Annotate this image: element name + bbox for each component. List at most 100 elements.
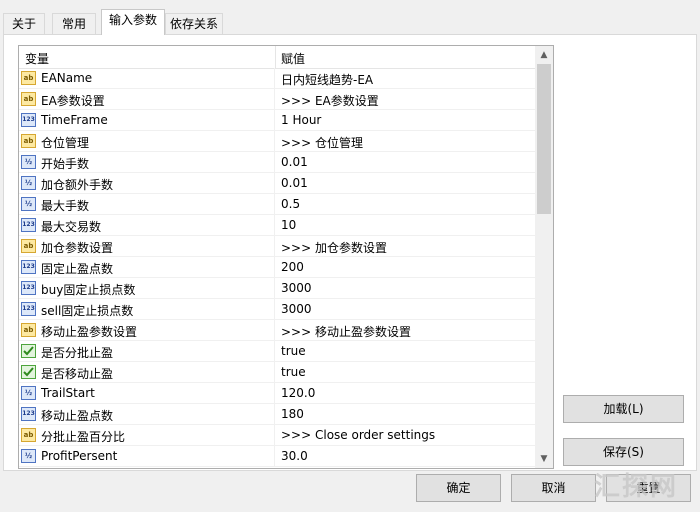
cancel-button[interactable]: 取消 <box>511 474 596 502</box>
value-cell[interactable]: 200 <box>281 260 304 274</box>
save-button[interactable]: 保存(S) <box>563 438 684 466</box>
variable-name: 开始手数 <box>41 157 90 171</box>
variable-cell: 123 移动止盈点数 <box>19 404 275 424</box>
watermark-logo: 汇探网 <box>594 472 679 502</box>
value-cell[interactable]: >>> 仓位管理 <box>281 134 363 151</box>
variable-name: 移动止盈参数设置 <box>41 325 138 339</box>
table-row[interactable]: ½ ProfitPersent 30.0 <box>19 446 535 467</box>
variable-name: TimeFrame <box>41 113 108 127</box>
tab-dependencies[interactable]: 依存关系 <box>165 13 223 34</box>
variable-name: 是否分批止盈 <box>41 346 114 360</box>
tab-about[interactable]: 关于 <box>3 13 45 34</box>
value-cell[interactable]: 120.0 <box>281 386 315 400</box>
value-cell[interactable]: >>> 加仓参数设置 <box>281 239 387 256</box>
table-row[interactable]: ½ 加仓额外手数 0.01 <box>19 173 535 194</box>
variable-cell: 123 固定止盈点数 <box>19 257 275 277</box>
value-cell[interactable]: true <box>281 344 306 358</box>
grid-rows: ab EAName 日内短线趋势-EA ab EA参数设置 >>> EA参数设置 123 Ti… <box>19 68 535 467</box>
table-row[interactable]: ab 加仓参数设置 >>> 加仓参数设置 <box>19 236 535 257</box>
scroll-up-icon[interactable]: ▲ <box>535 46 553 64</box>
table-row[interactable]: 是否分批止盈 true <box>19 341 535 362</box>
vertical-scrollbar[interactable]: ▲ ▼ <box>535 46 553 468</box>
load-button[interactable]: 加载(L) <box>563 395 684 423</box>
table-row[interactable]: 123 移动止盈点数 180 <box>19 404 535 425</box>
variable-name: 加仓参数设置 <box>41 241 114 255</box>
value-cell[interactable]: >>> 移动止盈参数设置 <box>281 323 411 340</box>
variable-cell: 是否分批止盈 <box>19 341 275 361</box>
integer-param-icon: 123 <box>21 113 36 127</box>
integer-param-icon: 123 <box>21 260 36 274</box>
value-cell[interactable]: 180 <box>281 407 304 421</box>
double-param-icon: ½ <box>21 449 36 463</box>
value-cell[interactable]: >>> EA参数设置 <box>281 92 379 109</box>
value-cell[interactable]: 1 Hour <box>281 113 321 127</box>
value-cell[interactable]: 30.0 <box>281 449 308 463</box>
scroll-thumb[interactable] <box>537 64 551 214</box>
integer-param-icon: 123 <box>21 302 36 316</box>
text-param-icon: ab <box>21 92 36 106</box>
variable-cell: ab 移动止盈参数设置 <box>19 320 275 340</box>
value-cell[interactable]: 3000 <box>281 302 312 316</box>
integer-param-icon: 123 <box>21 407 36 421</box>
table-row[interactable]: ab 分批止盈百分比 >>> Close order settings <box>19 425 535 446</box>
text-param-icon: ab <box>21 71 36 85</box>
variable-cell: 123 buy固定止损点数 <box>19 278 275 298</box>
value-cell[interactable]: 0.01 <box>281 176 308 190</box>
double-param-icon: ½ <box>21 155 36 169</box>
value-cell[interactable]: 日内短线趋势-EA <box>281 71 373 88</box>
variable-cell: 123 TimeFrame <box>19 110 275 130</box>
table-row[interactable]: ab EA参数设置 >>> EA参数设置 <box>19 89 535 110</box>
variable-cell: ½ 最大手数 <box>19 194 275 214</box>
boolean-param-icon <box>21 365 36 379</box>
text-param-icon: ab <box>21 428 36 442</box>
variable-name: sell固定止损点数 <box>41 304 134 318</box>
table-row[interactable]: 是否移动止盈 true <box>19 362 535 383</box>
scroll-down-icon[interactable]: ▼ <box>535 450 553 468</box>
variable-name: ProfitPersent <box>41 449 118 463</box>
table-row[interactable]: 123 最大交易数 10 <box>19 215 535 236</box>
value-cell[interactable]: true <box>281 365 306 379</box>
table-row[interactable]: ab EAName 日内短线趋势-EA <box>19 68 535 89</box>
variable-cell: ab 加仓参数设置 <box>19 236 275 256</box>
variable-name: 仓位管理 <box>41 136 90 150</box>
value-cell[interactable]: 10 <box>281 218 296 232</box>
table-row[interactable]: ab 移动止盈参数设置 >>> 移动止盈参数设置 <box>19 320 535 341</box>
variable-cell: ½ TrailStart <box>19 383 275 403</box>
value-cell[interactable]: 0.5 <box>281 197 300 211</box>
variable-cell: ½ ProfitPersent <box>19 446 275 466</box>
parameters-grid: 变量 赋值 ab EAName 日内短线趋势-EA ab EA参数设置 >>> EA参数设… <box>18 45 554 469</box>
text-param-icon: ab <box>21 134 36 148</box>
variable-name: 加仓额外手数 <box>41 178 114 192</box>
value-cell[interactable]: >>> Close order settings <box>281 428 435 442</box>
variable-cell: ½ 加仓额外手数 <box>19 173 275 193</box>
value-cell[interactable]: 0.01 <box>281 155 308 169</box>
variable-name: EAName <box>41 71 93 85</box>
variable-name: 固定止盈点数 <box>41 262 114 276</box>
variable-name: TrailStart <box>41 386 95 400</box>
variable-name: 最大交易数 <box>41 220 102 234</box>
value-cell[interactable]: 3000 <box>281 281 312 295</box>
table-row[interactable]: 123 TimeFrame 1 Hour <box>19 110 535 131</box>
double-param-icon: ½ <box>21 386 36 400</box>
table-row[interactable]: ½ TrailStart 120.0 <box>19 383 535 404</box>
variable-cell: 123 最大交易数 <box>19 215 275 235</box>
column-separator[interactable] <box>275 46 276 68</box>
variable-name: 移动止盈点数 <box>41 409 114 423</box>
ok-button[interactable]: 确定 <box>416 474 501 502</box>
text-param-icon: ab <box>21 239 36 253</box>
variable-name: EA参数设置 <box>41 94 105 108</box>
tab-common[interactable]: 常用 <box>52 13 96 34</box>
column-header-value[interactable]: 赋值 <box>281 50 305 67</box>
table-row[interactable]: ½ 最大手数 0.5 <box>19 194 535 215</box>
table-row[interactable]: 123 固定止盈点数 200 <box>19 257 535 278</box>
column-header-variable[interactable]: 变量 <box>25 50 49 67</box>
text-param-icon: ab <box>21 323 36 337</box>
table-row[interactable]: 123 buy固定止损点数 3000 <box>19 278 535 299</box>
table-row[interactable]: ab 仓位管理 >>> 仓位管理 <box>19 131 535 152</box>
variable-name: 分批止盈百分比 <box>41 430 126 444</box>
table-row[interactable]: 123 sell固定止损点数 3000 <box>19 299 535 320</box>
double-param-icon: ½ <box>21 197 36 211</box>
variable-cell: ½ 开始手数 <box>19 152 275 172</box>
table-row[interactable]: ½ 开始手数 0.01 <box>19 152 535 173</box>
tab-inputs[interactable]: 输入参数 <box>101 9 165 35</box>
